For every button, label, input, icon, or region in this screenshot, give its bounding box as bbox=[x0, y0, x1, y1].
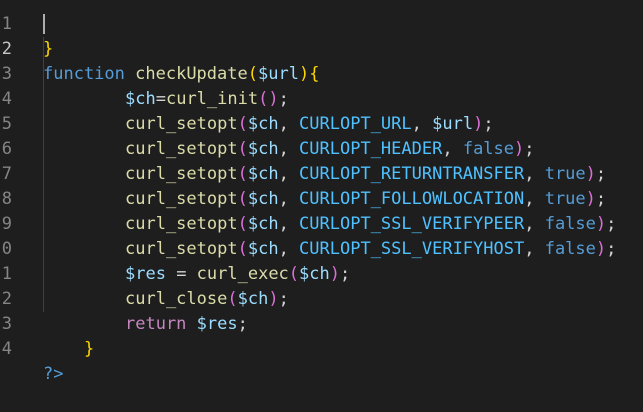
code-line[interactable]: 1 curl_close($ch); bbox=[0, 237, 643, 309]
code-line[interactable]: 6 curl_setopt($ch, CURLOPT_RETURNTRANSFE… bbox=[0, 112, 643, 184]
code-line[interactable]: 8 curl_setopt($ch, CURLOPT_SSL_VERIFYPEE… bbox=[0, 162, 643, 234]
line-content[interactable]: } bbox=[84, 337, 94, 362]
line-number: 4 bbox=[1, 339, 12, 359]
code-line[interactable]: 4 curl_setopt($ch, CURLOPT_URL, $url); bbox=[0, 62, 643, 134]
code-line[interactable]: 7 curl_setopt($ch, CURLOPT_FOLLOWLOCATIO… bbox=[0, 137, 643, 209]
code-line[interactable]: 3 } bbox=[0, 287, 643, 359]
php-close-tag-token: ?> bbox=[43, 364, 64, 384]
code-line[interactable]: 5 curl_setopt($ch, CURLOPT_HEADER, false… bbox=[0, 87, 643, 159]
code-line[interactable]: 1 } bbox=[0, 0, 643, 59]
brace-token: } bbox=[84, 339, 95, 359]
code-editor[interactable]: 1 } 2 function checkUpdate($url){ 3 $ch=… bbox=[0, 0, 643, 403]
code-line[interactable]: 3 $ch=curl_init(); bbox=[0, 37, 643, 109]
code-line[interactable]: 0 $res = curl_exec($ch); bbox=[0, 212, 643, 284]
code-line[interactable]: 9 curl_setopt($ch, CURLOPT_SSL_VERIFYHOS… bbox=[0, 187, 643, 259]
text-cursor bbox=[43, 14, 45, 34]
code-line[interactable]: 2 function checkUpdate($url){ bbox=[0, 12, 643, 84]
code-line[interactable]: 2 return $res; bbox=[0, 262, 643, 334]
code-line[interactable]: 4 ?> bbox=[0, 312, 643, 384]
line-content[interactable]: ?> bbox=[43, 362, 63, 387]
